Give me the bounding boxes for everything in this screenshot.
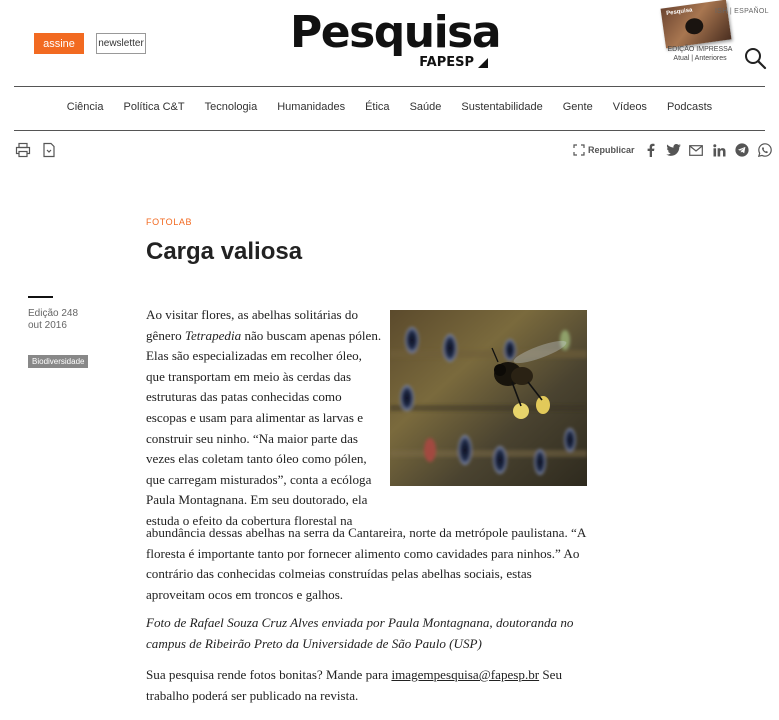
newsletter-button[interactable]: newsletter <box>96 33 146 54</box>
edition-date: out 2016 <box>28 320 67 331</box>
logo-main-text: Pesquisa <box>290 7 502 58</box>
edicao-impressa-label: EDIÇÃO IMPRESSA <box>667 46 733 53</box>
republicar-label: Republicar <box>588 145 635 155</box>
main-nav: Ciência Política C&T Tecnologia Humanida… <box>0 98 779 116</box>
nav-item-tecnologia[interactable]: Tecnologia <box>195 98 268 116</box>
photo-credit: Foto de Rafael Souza Cruz Alves enviada … <box>146 615 574 651</box>
nav-item-humanidades[interactable]: Humanidades <box>267 98 355 116</box>
article-lead-paragraph: Ao visitar flores, as abelhas solitárias… <box>146 305 382 532</box>
magazine-cover-title: Pesquisa <box>665 7 693 18</box>
pdf-icon[interactable] <box>41 142 57 158</box>
logo-sub-label: FAPESP <box>419 55 474 70</box>
edicao-links[interactable]: Atual | Anteriores <box>660 54 740 63</box>
bee-photo-image <box>390 310 587 486</box>
cta-text-1: Sua pesquisa rende fotos bonitas? Mande … <box>146 667 392 682</box>
nav-item-sustentabilidade[interactable]: Sustentabilidade <box>451 98 552 116</box>
assine-button[interactable]: assine <box>34 33 84 54</box>
republicar-button[interactable]: Republicar <box>573 144 635 156</box>
twitter-icon[interactable] <box>665 143 681 158</box>
edition-number[interactable]: Edição 248 <box>28 308 78 320</box>
nav-item-saude[interactable]: Saúde <box>400 98 452 116</box>
republicar-icon <box>573 144 585 156</box>
nav-item-etica[interactable]: Ética <box>355 98 399 116</box>
nav-item-politica[interactable]: Política C&T <box>113 98 194 116</box>
header-divider <box>14 86 765 87</box>
article-lead-continuation: abundância dessas abelhas na serra da Ca… <box>146 525 586 602</box>
nav-item-ciencia[interactable]: Ciência <box>57 98 114 116</box>
sidebar-divider <box>28 296 53 298</box>
submission-cta: Sua pesquisa rende fotos bonitas? Mande … <box>146 665 596 706</box>
telegram-icon[interactable] <box>735 143 750 158</box>
linkedin-icon[interactable] <box>712 143 727 158</box>
search-icon[interactable] <box>743 46 767 70</box>
section-label[interactable]: FOTOLAB <box>146 217 192 227</box>
print-icon[interactable] <box>15 142 31 158</box>
nav-divider <box>14 130 765 131</box>
category-tag[interactable]: Biodiversidade <box>28 355 89 368</box>
edicao-impressa-block[interactable]: EDIÇÃO IMPRESSA Atual | Anteriores <box>660 45 740 63</box>
article-photo[interactable] <box>390 310 587 486</box>
article-title: Carga valiosa <box>146 238 303 265</box>
email-icon[interactable] <box>689 143 704 158</box>
whatsapp-icon[interactable] <box>758 143 773 158</box>
lead-genus: Tetrapedia <box>184 327 242 343</box>
language-switcher[interactable]: ISH | ESPAÑOL <box>715 8 769 15</box>
nav-item-gente[interactable]: Gente <box>553 98 603 116</box>
magazine-cover-image <box>684 17 705 36</box>
nav-item-videos[interactable]: Vídeos <box>603 98 657 116</box>
facebook-icon[interactable] <box>643 143 658 158</box>
site-logo[interactable]: Pesquisa FAPESP <box>290 7 502 74</box>
edition-info: Edição 248 out 2016 <box>28 308 78 332</box>
logo-triangle-icon <box>478 57 488 68</box>
lead-text-2: não buscam apenas pólen. Elas são especi… <box>146 327 382 528</box>
share-bar: Republicar <box>573 142 773 158</box>
submission-email-link[interactable]: imagempesquisa@fapesp.br <box>391 667 539 682</box>
logo-sub-text: FAPESP <box>419 55 488 70</box>
nav-item-podcasts[interactable]: Podcasts <box>657 98 722 116</box>
